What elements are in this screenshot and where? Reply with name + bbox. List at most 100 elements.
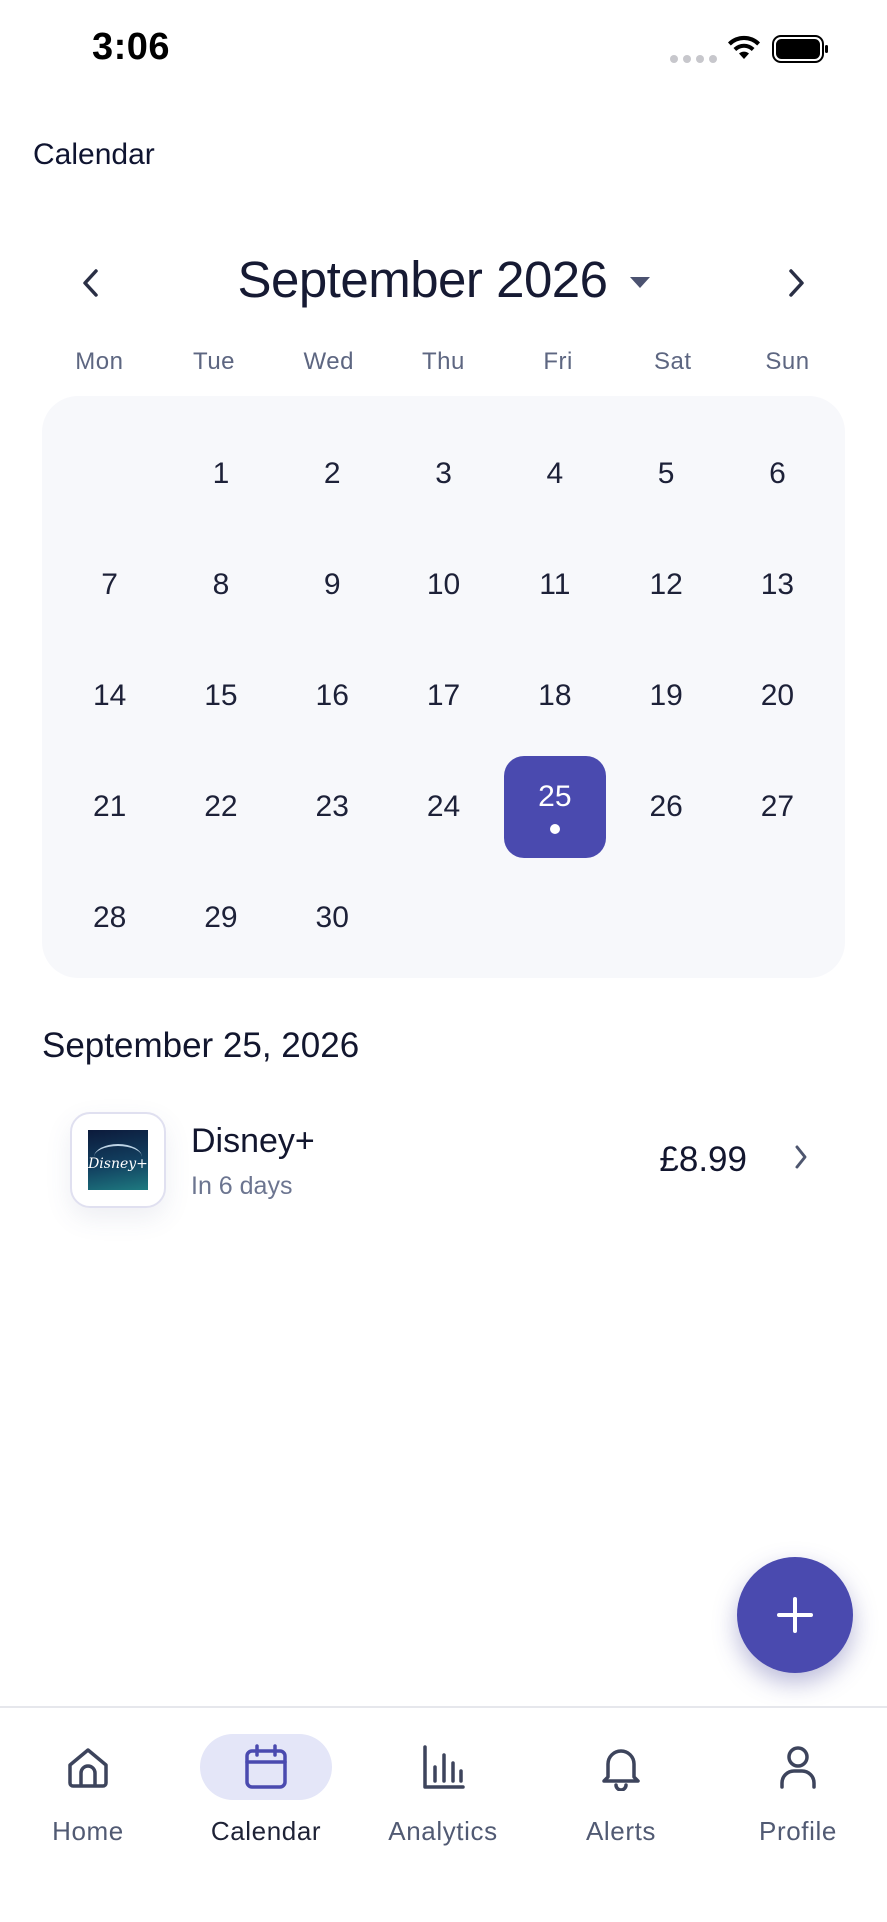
calendar-icon: [245, 1744, 287, 1789]
selected-date-heading: September 25, 2026: [42, 1026, 360, 1065]
day-cell[interactable]: 29: [165, 862, 276, 973]
day-cell[interactable]: 8: [165, 529, 276, 640]
chevron-right-icon: [795, 1145, 807, 1169]
day-cell[interactable]: 15: [165, 640, 276, 751]
day-cell[interactable]: 21: [54, 751, 165, 862]
day-number: 27: [760, 789, 795, 823]
subscription-price: £8.99: [659, 1140, 747, 1179]
day-cell-selected[interactable]: 25: [499, 751, 610, 862]
day-number: 2: [323, 456, 341, 490]
wifi-icon: [728, 35, 760, 59]
page-title: Calendar: [33, 138, 155, 171]
month-title: September 2026: [237, 251, 608, 308]
day-cell-empty: [610, 862, 721, 973]
day-cell[interactable]: 1: [165, 418, 276, 529]
add-subscription-button[interactable]: [737, 1557, 853, 1673]
day-number: 28: [92, 900, 127, 934]
weekday-label: Wed: [303, 348, 354, 375]
disney-plus-logo: Disney+: [88, 1130, 148, 1190]
subscription-due: In 6 days: [191, 1172, 293, 1200]
day-cell[interactable]: 18: [499, 640, 610, 751]
day-cell[interactable]: 20: [722, 640, 833, 751]
day-cell[interactable]: 17: [388, 640, 499, 751]
day-cell[interactable]: 14: [54, 640, 165, 751]
day-number: 9: [323, 567, 341, 601]
day-number: 11: [539, 567, 571, 601]
tab-label: Alerts: [585, 1816, 657, 1846]
day-cell[interactable]: 5: [610, 418, 721, 529]
next-month-button[interactable]: [771, 258, 821, 308]
day-number: 3: [435, 456, 452, 490]
day-cell[interactable]: 13: [722, 529, 833, 640]
day-number: 16: [315, 678, 349, 712]
day-cell[interactable]: 4: [499, 418, 610, 529]
day-number: 7: [101, 567, 118, 601]
day-number: 22: [204, 789, 238, 823]
subscription-row-disney[interactable]: Disney+ Disney+ In 6 days £8.99: [42, 1092, 845, 1224]
day-cell[interactable]: 26: [610, 751, 721, 862]
tab-home[interactable]: Home: [0, 1726, 176, 1856]
day-cell[interactable]: 6: [722, 418, 833, 529]
home-icon: [68, 1748, 108, 1788]
day-number: 17: [426, 678, 461, 712]
day-number: 29: [204, 900, 238, 934]
tab-label: Calendar: [210, 1816, 322, 1846]
day-number: 13: [760, 567, 795, 601]
day-cell[interactable]: 28: [54, 862, 165, 973]
day-number: 21: [92, 789, 127, 823]
day-cell[interactable]: 10: [388, 529, 499, 640]
caret-down-icon: [629, 277, 650, 288]
day-number: 14: [92, 678, 127, 712]
day-cell[interactable]: 19: [610, 640, 721, 751]
day-number: 19: [649, 678, 683, 712]
day-cell[interactable]: 7: [54, 529, 165, 640]
day-cell[interactable]: 24: [388, 751, 499, 862]
person-icon: [780, 1746, 816, 1789]
day-cell[interactable]: 11: [499, 529, 610, 640]
battery-icon: [772, 35, 828, 63]
month-navigation: September 2026: [0, 240, 887, 320]
day-number: 18: [538, 678, 572, 712]
status-bar: 3:06: [0, 0, 887, 100]
day-number: 20: [760, 678, 795, 712]
day-cell-empty: [388, 862, 499, 973]
day-number: 15: [204, 678, 238, 712]
weekday-label: Sun: [765, 348, 810, 375]
weekday-label: Tue: [193, 348, 236, 375]
day-number: 10: [426, 567, 461, 601]
day-cell[interactable]: 27: [722, 751, 833, 862]
day-cell[interactable]: 9: [277, 529, 388, 640]
event-dot: [549, 824, 560, 834]
day-cell-empty: [54, 418, 165, 529]
status-time: 3:06: [92, 26, 171, 68]
day-cell[interactable]: 3: [388, 418, 499, 529]
chevron-right-icon: [789, 269, 804, 297]
day-cell[interactable]: 12: [610, 529, 721, 640]
day-cell[interactable]: 30: [277, 862, 388, 973]
day-grid: 1 2 3 4 5 6 7 8 9 10 11 12 13 14 15 16 17 18 19 20 21 22 23 24 2…: [54, 418, 833, 973]
weekday-label: Thu: [421, 348, 465, 375]
weekday-label: Fri: [543, 348, 573, 375]
subscription-logo: Disney+: [70, 1112, 166, 1208]
tab-calendar[interactable]: Calendar: [178, 1726, 354, 1856]
day-cell[interactable]: 16: [277, 640, 388, 751]
month-picker[interactable]: September 2026: [0, 250, 887, 309]
bottom-tab-bar: Home Calendar Analytics Alerts Profile: [0, 1706, 887, 1922]
tab-alerts[interactable]: Alerts: [533, 1726, 709, 1856]
calendar-grid: 1 2 3 4 5 6 7 8 9 10 11 12 13 14 15 16 17 18 19 20 21 22 23 24 2…: [42, 396, 845, 978]
bar-chart-icon: [423, 1745, 465, 1789]
plus-icon: [777, 1597, 813, 1633]
day-cell[interactable]: 23: [277, 751, 388, 862]
cellular-signal-icon: [670, 55, 717, 63]
tab-analytics[interactable]: Analytics: [355, 1726, 531, 1856]
bell-icon: [602, 1749, 640, 1791]
weekday-header: Mon Tue Wed Thu Fri Sat Sun: [42, 348, 845, 376]
day-number: 23: [315, 789, 349, 823]
day-number: 5: [657, 456, 675, 490]
tab-label: Analytics: [388, 1816, 498, 1846]
day-number: 24: [426, 789, 461, 823]
day-cell[interactable]: 22: [165, 751, 276, 862]
tab-profile[interactable]: Profile: [710, 1726, 886, 1856]
day-cell[interactable]: 2: [277, 418, 388, 529]
tab-label: Profile: [759, 1816, 837, 1846]
